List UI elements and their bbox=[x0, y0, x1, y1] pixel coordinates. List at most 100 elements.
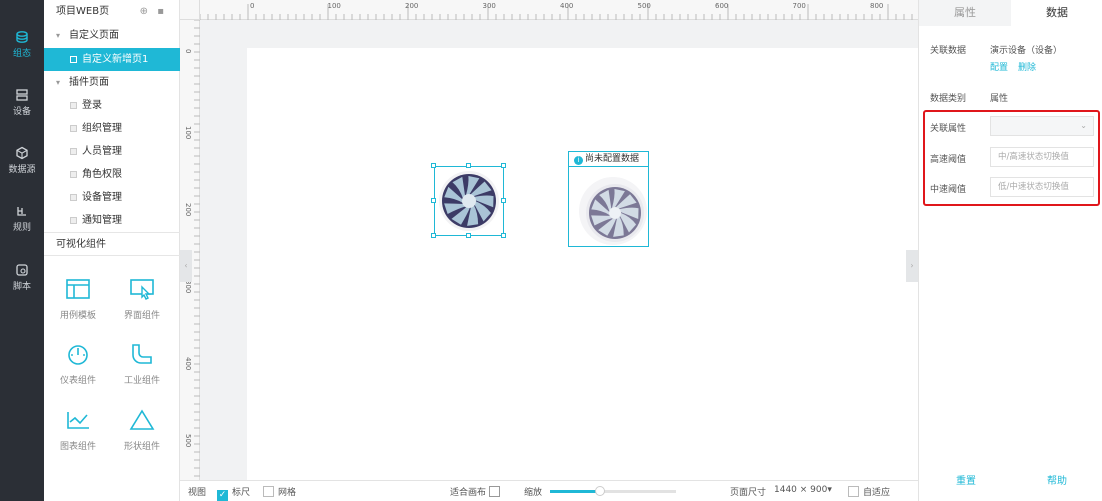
vertical-ruler: 0 100 200 300 400 500 bbox=[180, 0, 200, 480]
fit-canvas-button[interactable]: 适合画布 bbox=[450, 485, 500, 498]
resize-handle[interactable] bbox=[431, 233, 436, 238]
caret-down-icon: ▾ bbox=[56, 78, 61, 87]
ruler-toggle[interactable]: ✓ 标尺 bbox=[217, 485, 250, 501]
canvas-toolbar: 视图 ✓ 标尺 网格 适合画布 缩放 页面尺寸 1440 × 900▾ 自适应 bbox=[180, 480, 918, 501]
help-button[interactable]: 帮助 bbox=[1047, 472, 1067, 487]
zoom-slider[interactable] bbox=[550, 486, 676, 496]
page-size-select[interactable]: 1440 × 900▾ bbox=[774, 485, 832, 495]
tree-item-plugin-page[interactable]: 登录 bbox=[44, 94, 180, 117]
pipe-icon bbox=[132, 344, 152, 364]
no-data-tag: i 尚未配置数据 bbox=[569, 152, 648, 167]
layers-icon bbox=[16, 31, 28, 43]
page-icon bbox=[70, 125, 77, 132]
grid-toggle[interactable]: 网格 bbox=[263, 485, 296, 498]
info-icon: i bbox=[574, 156, 583, 165]
resize-handle[interactable] bbox=[501, 163, 506, 168]
checkbox-icon[interactable] bbox=[848, 486, 859, 497]
page-icon bbox=[70, 171, 77, 178]
tree-item-plugin-page[interactable]: 角色权限 bbox=[44, 163, 180, 186]
ruler-tick-label: 400 bbox=[184, 357, 192, 371]
ruler-tick-label: 700 bbox=[792, 2, 806, 10]
rail-item-script[interactable]: 脚本 bbox=[0, 263, 44, 292]
rail-item-rules[interactable]: 规则 bbox=[0, 204, 44, 233]
delete-icon[interactable]: ▪ bbox=[157, 6, 164, 17]
ruler-tick-label: 500 bbox=[637, 2, 651, 10]
assoc-data-value: 演示设备（设备） bbox=[990, 46, 1063, 56]
comp-chart-component[interactable]: 图表组件 bbox=[48, 409, 108, 452]
collapse-left-arrow[interactable]: ‹ bbox=[180, 250, 192, 282]
highlight-box bbox=[923, 110, 1100, 206]
page-icon bbox=[70, 148, 77, 155]
fan-icon bbox=[579, 177, 647, 245]
ruler-tick-label: 300 bbox=[482, 2, 496, 10]
assoc-data-label: 关联数据 bbox=[930, 46, 967, 56]
delete-link[interactable]: 删除 bbox=[1018, 60, 1036, 73]
resize-handle[interactable] bbox=[501, 198, 506, 203]
gauge-icon bbox=[68, 345, 88, 365]
add-page-icon[interactable]: ⊕ bbox=[140, 6, 148, 17]
adaptive-toggle[interactable]: 自适应 bbox=[848, 485, 890, 498]
data-type-value: 属性 bbox=[990, 94, 1009, 104]
tree-item-custom-page-1[interactable]: 自定义新增页1 bbox=[44, 48, 180, 71]
resize-handle[interactable] bbox=[431, 163, 436, 168]
rules-icon bbox=[17, 207, 26, 216]
caret-down-icon: ▾ bbox=[827, 485, 832, 495]
design-canvas-area: 0 100 200 300 400 500 600 700 800 0 100 200 300 400 5… bbox=[180, 0, 918, 480]
resize-handle[interactable] bbox=[501, 233, 506, 238]
view-label: 视图 bbox=[188, 488, 207, 498]
canvas-page[interactable] bbox=[247, 48, 918, 480]
zoom-slider-fill bbox=[550, 490, 601, 493]
project-title: 项目WEB页 bbox=[56, 6, 110, 17]
page-icon bbox=[70, 194, 77, 201]
rail-item-device[interactable]: 设备 bbox=[0, 88, 44, 117]
comp-use-case-template[interactable]: 用例模板 bbox=[48, 278, 108, 321]
data-type-label: 数据类别 bbox=[930, 94, 967, 104]
section-visual-components: 可视化组件 bbox=[44, 232, 180, 256]
ruler-tick-label: 500 bbox=[184, 434, 192, 448]
rail-item-config[interactable]: 组态 bbox=[0, 30, 44, 59]
page-icon bbox=[70, 217, 77, 224]
tab-properties[interactable]: 属性 bbox=[919, 0, 1011, 26]
resize-handle[interactable] bbox=[466, 163, 471, 168]
rail-item-datasource[interactable]: 数据源 bbox=[0, 146, 44, 175]
tree-group-plugin[interactable]: ▾ 插件页面 bbox=[44, 71, 180, 94]
datasource-icon bbox=[16, 146, 28, 160]
config-link[interactable]: 配置 bbox=[990, 60, 1008, 73]
resize-handle[interactable] bbox=[431, 198, 436, 203]
project-header: 项目WEB页 ⊕ ▪ bbox=[44, 0, 180, 24]
page-icon bbox=[70, 102, 77, 109]
ruler-corner bbox=[180, 0, 200, 20]
checkbox-icon[interactable] bbox=[263, 486, 274, 497]
tree-item-plugin-page[interactable]: 组织管理 bbox=[44, 117, 180, 140]
comp-gauge-component[interactable]: 仪表组件 bbox=[48, 343, 108, 386]
fan-component-selected[interactable] bbox=[434, 166, 504, 236]
tree-item-plugin-page[interactable]: 通知管理 bbox=[44, 209, 180, 232]
checkbox-checked-icon[interactable]: ✓ bbox=[217, 490, 228, 501]
template-icon bbox=[66, 279, 90, 299]
tree-item-plugin-page[interactable]: 人员管理 bbox=[44, 140, 180, 163]
fan-icon bbox=[439, 171, 499, 231]
tree-item-plugin-page[interactable]: 设备管理 bbox=[44, 186, 180, 209]
triangle-icon bbox=[129, 409, 155, 430]
page-tree-panel: 项目WEB页 ⊕ ▪ ▾ 自定义页面 自定义新增页1 ▾ 插件页面 登录 组织管理… bbox=[44, 0, 180, 501]
ruler-tick-label: 0 bbox=[184, 49, 192, 54]
properties-panel: 属性 数据 关联数据 演示设备（设备） 配置 删除 数据类别 属性 关联属性 ⌄… bbox=[918, 0, 1102, 501]
collapse-right-arrow[interactable]: › bbox=[906, 250, 918, 282]
ui-component-icon bbox=[130, 279, 154, 300]
zoom-label: 缩放 bbox=[524, 488, 543, 498]
fan-component-unconfigured[interactable]: i 尚未配置数据 bbox=[568, 151, 649, 247]
script-icon bbox=[16, 264, 28, 276]
comp-industrial-component[interactable]: 工业组件 bbox=[112, 343, 172, 386]
tree-group-custom[interactable]: ▾ 自定义页面 bbox=[44, 24, 180, 47]
zoom-slider-knob[interactable] bbox=[595, 486, 606, 496]
comp-ui-component[interactable]: 界面组件 bbox=[112, 278, 172, 321]
reset-button[interactable]: 重置 bbox=[956, 472, 976, 487]
ruler-tick-label: 300 bbox=[184, 280, 192, 294]
ruler-tick-label: 600 bbox=[715, 2, 729, 10]
comp-shape-component[interactable]: 形状组件 bbox=[112, 409, 172, 452]
left-rail: 组态 设备 数据源 规则 脚本 bbox=[0, 0, 44, 501]
tab-data[interactable]: 数据 bbox=[1011, 0, 1102, 26]
resize-handle[interactable] bbox=[466, 233, 471, 238]
horizontal-ruler: 0 100 200 300 400 500 600 700 800 bbox=[180, 0, 918, 20]
page-size-label: 页面尺寸 bbox=[730, 488, 767, 498]
